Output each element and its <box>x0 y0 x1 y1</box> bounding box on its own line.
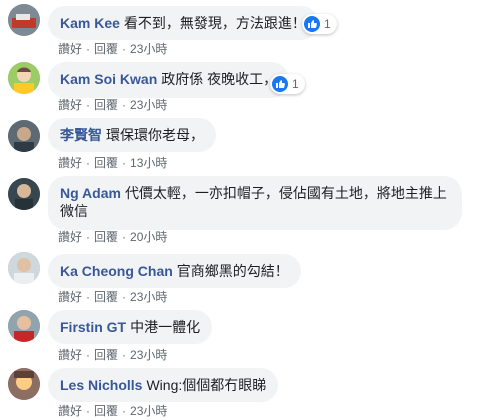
like-link[interactable]: 讚好 <box>58 404 82 418</box>
comment-text: Wing:個個都冇眼睇 <box>146 377 267 393</box>
comment-text-continued: 微信 <box>60 203 88 219</box>
reply-link[interactable]: 回覆 <box>94 404 118 418</box>
like-link[interactable]: 讚好 <box>58 230 82 244</box>
like-link[interactable]: 讚好 <box>58 42 82 56</box>
like-reaction-icon <box>272 76 288 92</box>
like-link[interactable]: 讚好 <box>58 290 82 304</box>
comment-text: 看不到，無發現，方法跟進！ <box>123 15 306 31</box>
comment-list: Kam Kee 看不到，無發現，方法跟進！ 1 讚好 · 回覆 · 23小時 Kam So… <box>0 0 493 420</box>
comment-author[interactable]: Kam Kee <box>60 15 120 31</box>
reply-link[interactable]: 回覆 <box>94 98 118 112</box>
reaction-number: 1 <box>324 17 331 31</box>
comment-actions: 讚好 · 回覆 · 23小時 <box>58 98 168 112</box>
comment-bubble: Firstin GT 中港一體化 <box>48 310 213 344</box>
comment-text: 中港一體化 <box>130 319 201 335</box>
timestamp[interactable]: 23小時 <box>130 42 167 56</box>
like-link[interactable]: 讚好 <box>58 348 82 362</box>
comment-bubble: Kam Kee 看不到，無發現，方法跟進！ <box>48 6 318 40</box>
reply-link[interactable]: 回覆 <box>94 348 118 362</box>
comment-author[interactable]: Ka Cheong Chan <box>60 263 173 279</box>
comment-actions: 讚好 · 回覆 · 23小時 <box>58 404 168 418</box>
avatar[interactable] <box>8 178 40 210</box>
reaction-count[interactable]: 1 <box>302 14 337 34</box>
reaction-count[interactable]: 1 <box>270 74 305 94</box>
reply-link[interactable]: 回覆 <box>94 42 118 56</box>
avatar[interactable] <box>8 120 40 152</box>
reaction-number: 1 <box>292 77 299 91</box>
avatar[interactable] <box>8 310 40 342</box>
timestamp[interactable]: 23小時 <box>130 290 167 304</box>
comment-actions: 讚好 · 回覆 · 23小時 <box>58 290 168 304</box>
comment-author[interactable]: Ng Adam <box>60 185 121 201</box>
timestamp[interactable]: 23小時 <box>130 98 167 112</box>
like-link[interactable]: 讚好 <box>58 156 82 170</box>
comment-actions: 讚好 · 回覆 · 20小時 <box>58 230 168 244</box>
comment-actions: 讚好 · 回覆 · 13小時 <box>58 156 168 170</box>
comment-text: 代價太輕，一亦扣帽子，侵佔國有土地，將地主推上 <box>124 185 447 201</box>
avatar[interactable] <box>8 252 40 284</box>
comment-author[interactable]: 李賢智 <box>60 127 102 143</box>
comment-bubble: Ka Cheong Chan 官商鄉黑的勾結！ <box>48 254 301 288</box>
like-reaction-icon <box>304 16 320 32</box>
comment-bubble: 李賢智 環保環你老母， <box>48 118 216 152</box>
comment-actions: 讚好 · 回覆 · 23小時 <box>58 348 168 362</box>
comment-actions: 讚好 · 回覆 · 23小時 <box>58 42 168 56</box>
like-link[interactable]: 讚好 <box>58 98 82 112</box>
reply-link[interactable]: 回覆 <box>94 230 118 244</box>
timestamp[interactable]: 13小時 <box>130 156 167 170</box>
reply-link[interactable]: 回覆 <box>94 156 118 170</box>
avatar[interactable] <box>8 62 40 94</box>
comment-text: 官商鄉黑的勾結！ <box>176 263 289 279</box>
avatar[interactable] <box>8 4 40 36</box>
comment-text: 政府係 夜晚收工， <box>161 71 278 87</box>
comment-author[interactable]: Les Nicholls <box>60 377 142 393</box>
comment-author[interactable]: Firstin GT <box>60 319 126 335</box>
timestamp[interactable]: 20小時 <box>130 230 167 244</box>
comment-author[interactable]: Kam Soi Kwan <box>60 71 157 87</box>
timestamp[interactable]: 23小時 <box>130 348 167 362</box>
reply-link[interactable]: 回覆 <box>94 290 118 304</box>
comment-text: 環保環你老母， <box>106 127 204 143</box>
timestamp[interactable]: 23小時 <box>130 404 167 418</box>
comment-bubble: Kam Soi Kwan 政府係 夜晚收工， <box>48 62 290 98</box>
comment-bubble: Les Nicholls Wing:個個都冇眼睇 <box>48 368 279 402</box>
avatar[interactable] <box>8 368 40 400</box>
comment-bubble: Ng Adam 代價太輕，一亦扣帽子，侵佔國有土地，將地主推上 微信 <box>48 176 462 230</box>
